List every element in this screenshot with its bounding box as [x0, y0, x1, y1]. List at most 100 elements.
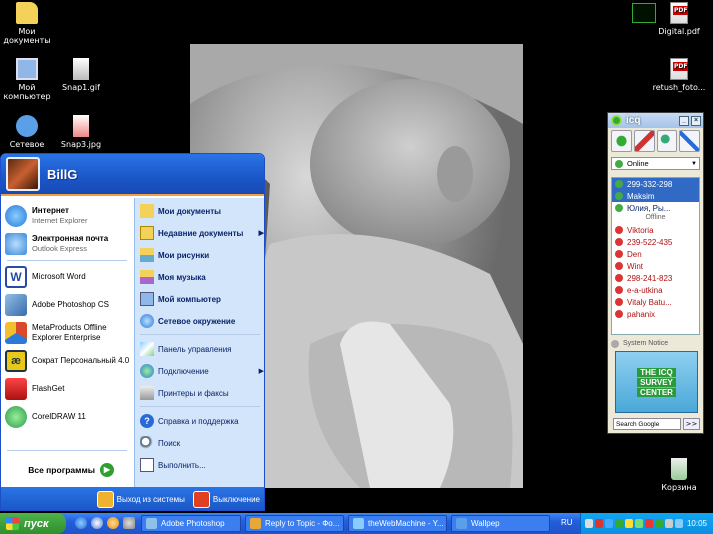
clock[interactable]: 10:05 — [687, 519, 707, 528]
start-place-search[interactable]: Поиск — [140, 436, 264, 450]
tray-arrow-icon[interactable] — [585, 519, 593, 528]
taskbar-button-webmachine[interactable]: theWebMachine - Y... — [348, 515, 447, 532]
tray-app-icon[interactable] — [645, 519, 653, 528]
printer-icon — [140, 386, 154, 400]
folder-icon — [140, 204, 154, 218]
desktop-icon-retush-foto[interactable]: retush_foto... — [649, 58, 709, 92]
icq-tool-find-icon[interactable] — [656, 130, 678, 152]
icq-search-go-button[interactable]: >> — [683, 418, 700, 430]
quicklaunch-media-icon[interactable] — [91, 517, 103, 529]
search-icon — [140, 436, 154, 450]
icq-contact[interactable]: Vitaly Batu... — [612, 296, 699, 308]
music-folder-icon — [140, 270, 154, 284]
tray-app-icon[interactable] — [635, 519, 643, 528]
arrow-right-icon: ▶ — [100, 463, 114, 477]
recent-docs-icon — [140, 226, 154, 240]
icq-contact[interactable]: Wint — [612, 260, 699, 272]
recycle-bin-icon — [671, 458, 687, 480]
quicklaunch-desktop-icon[interactable] — [123, 517, 135, 529]
icq-contact[interactable]: 239-522-435 — [612, 236, 699, 248]
desktop-icon-recycle-bin[interactable]: Корзина — [649, 458, 709, 492]
icq-tool-cursor-icon[interactable] — [633, 130, 655, 152]
desktop-icon-my-computer[interactable]: Мой компьютер — [0, 58, 56, 101]
icq-search-input[interactable]: Search Google — [613, 418, 681, 430]
word-icon: W — [5, 266, 27, 288]
user-name: BillG — [47, 166, 78, 182]
desktop-icon-snap3[interactable]: Snap3.jpg — [52, 115, 110, 149]
tray-volume-icon[interactable] — [665, 519, 673, 528]
icq-status-select[interactable]: Online ▼ — [611, 157, 700, 170]
start-place-run[interactable]: Выполнить... — [140, 458, 264, 472]
start-place-my-music[interactable]: Моя музыка — [140, 270, 264, 284]
outlook-express-icon — [5, 233, 27, 255]
online-status-icon — [615, 159, 623, 168]
avatar — [6, 157, 40, 191]
icq-contact[interactable]: Maksim — [612, 190, 699, 202]
language-indicator[interactable]: RU — [561, 518, 573, 527]
start-button[interactable]: пуск — [0, 513, 66, 534]
icq-contact[interactable]: pahanix — [612, 308, 699, 320]
start-place-control-panel[interactable]: Панель управления — [140, 342, 264, 356]
start-place-my-computer[interactable]: Мой компьютер — [140, 292, 264, 306]
tray-flashget-icon[interactable] — [595, 519, 603, 528]
icq-contact[interactable]: e-a-utkina — [612, 284, 699, 296]
icq-offline-header: Offline — [645, 214, 666, 221]
chevron-down-icon: ▼ — [691, 160, 697, 167]
start-item-photoshop[interactable]: Adobe Photoshop CS — [5, 294, 133, 316]
online-status-icon — [615, 204, 623, 212]
icq-contact[interactable]: 298-241-823 — [612, 272, 699, 284]
start-place-my-documents[interactable]: Мои документы — [140, 204, 264, 218]
start-item-offline-explorer[interactable]: MetaProducts Offline Explorer Enterprise — [5, 322, 133, 344]
arrow-right-icon: ▶ — [258, 230, 264, 237]
start-item-socrat[interactable]: æ Сократ Персональный 4.0 — [5, 350, 133, 372]
logoff-button[interactable]: Выход из системы — [96, 491, 185, 508]
start-place-my-pictures[interactable]: Мои рисунки — [140, 248, 264, 262]
close-icon[interactable]: × — [691, 115, 701, 126]
control-panel-icon — [140, 342, 154, 356]
icq-contact[interactable]: Den — [612, 248, 699, 260]
start-menu: BillG Интернет Internet Explorer Электрон… — [0, 153, 265, 511]
icq-toolbar — [608, 128, 703, 155]
taskbar-button-photoshop[interactable]: Adobe Photoshop — [141, 515, 241, 532]
icq-contact[interactable]: Юлия, Ры... — [612, 202, 699, 214]
minimize-icon[interactable]: _ — [679, 115, 689, 126]
icq-contact[interactable]: 299-332-298 — [612, 178, 699, 190]
windows-logo-icon — [6, 517, 19, 530]
icq-tool-star-icon[interactable] — [679, 130, 700, 152]
network-icon — [140, 314, 154, 328]
icq-contact[interactable]: Viktoria — [612, 224, 699, 236]
desktop-icon-digital-pdf[interactable]: Digital.pdf — [649, 2, 709, 36]
all-programs-button[interactable]: Все программы ▶ — [1, 456, 134, 484]
tray-app-icon[interactable] — [655, 519, 663, 528]
taskbar-button-wallpep[interactable]: Wallpep — [451, 515, 550, 532]
start-place-recent-documents[interactable]: Недавние документы ▶ — [140, 226, 264, 240]
shutdown-button[interactable]: Выключение — [192, 491, 260, 508]
quicklaunch-browser-icon[interactable] — [107, 517, 119, 529]
pdf-icon — [670, 58, 689, 80]
start-place-help[interactable]: ? Справка и поддержка — [140, 414, 264, 428]
start-item-flashget[interactable]: FlashGet — [5, 378, 133, 400]
start-place-connect[interactable]: Подключение ▶ — [140, 364, 264, 378]
separator — [140, 334, 260, 335]
quicklaunch-ie-icon[interactable] — [75, 517, 87, 529]
desktop-icon-snap1[interactable]: Snap1.gif — [52, 58, 110, 92]
start-item-email[interactable]: Электронная почта Outlook Express — [5, 233, 133, 255]
desktop-icon-network[interactable]: Сетевое — [0, 115, 56, 149]
start-place-printers[interactable]: Принтеры и факсы — [140, 386, 264, 400]
tray-network-icon[interactable] — [605, 519, 613, 528]
icq-system-notice[interactable]: System Notice — [611, 338, 700, 349]
start-item-coreldraw[interactable]: CorelDRAW 11 — [5, 406, 133, 428]
icq-ad-banner[interactable]: THE ICQ SURVEY CENTER — [615, 351, 698, 413]
online-status-icon — [615, 192, 623, 200]
folder-icon — [16, 2, 38, 24]
desktop-icon-my-documents[interactable]: Мои документы — [0, 2, 56, 45]
tray-app-icon[interactable] — [625, 519, 633, 528]
start-item-internet[interactable]: Интернет Internet Explorer — [5, 205, 133, 227]
tray-app-icon[interactable] — [675, 519, 683, 528]
tray-icq-icon[interactable] — [615, 519, 623, 528]
connect-icon — [140, 364, 154, 378]
taskbar-button-reply-to-topic[interactable]: Reply to Topic - Фо... — [245, 515, 344, 532]
start-item-word[interactable]: W Microsoft Word — [5, 266, 133, 288]
start-place-network[interactable]: Сетевое окружение — [140, 314, 264, 328]
icq-tool-flower-icon[interactable] — [611, 130, 632, 152]
